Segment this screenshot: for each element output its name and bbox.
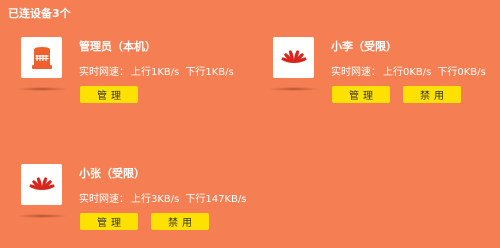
device-speed: 实时网速： 上行0KB/s 下行0KB/s (331, 63, 486, 78)
device-card-admin: 管理员（本机） 实时网速： 上行1KB/s 下行1KB/s 管理 (17, 37, 234, 107)
device-name: 小李（受限） (331, 40, 397, 53)
download-speed: 下行0KB/s (437, 67, 486, 78)
icon-shadow (269, 87, 319, 91)
speed-label: 实时网速： (79, 194, 129, 205)
device-icon-box (21, 37, 62, 78)
upload-speed: 上行1KB/s (131, 67, 180, 78)
device-name: 管理员（本机） (79, 40, 156, 53)
device-card-xiaoli: 小李（受限） 实时网速： 上行0KB/s 下行0KB/s 管理 禁用 (269, 37, 486, 107)
ban-button[interactable]: 禁用 (403, 86, 461, 103)
download-speed: 下行147KB/s (185, 194, 247, 205)
manage-button[interactable]: 管理 (332, 86, 390, 103)
download-speed: 下行1KB/s (185, 67, 234, 78)
device-icon-box (21, 164, 62, 205)
upload-speed: 上行0KB/s (383, 67, 432, 78)
speed-label: 实时网速： (331, 67, 381, 78)
device-name: 小张（受限） (79, 167, 145, 180)
device-speed: 实时网速： 上行1KB/s 下行1KB/s (79, 63, 234, 78)
manage-button[interactable]: 管理 (80, 86, 138, 103)
router-icon (31, 46, 52, 69)
device-card-xiaozhang: 小张（受限） 实时网速： 上行3KB/s 下行147KB/s 管理 禁用 (17, 164, 246, 234)
icon-shadow (17, 214, 67, 218)
huawei-logo-icon (280, 49, 307, 63)
ban-button[interactable]: 禁用 (151, 213, 209, 230)
upload-speed: 上行3KB/s (131, 194, 180, 205)
connected-devices-title: 已连设备3个 (8, 7, 71, 20)
device-speed: 实时网速： 上行3KB/s 下行147KB/s (79, 190, 246, 205)
device-icon-box (273, 37, 314, 78)
huawei-logo-icon (28, 176, 55, 190)
speed-label: 实时网速： (79, 67, 129, 78)
icon-shadow (17, 87, 67, 91)
manage-button[interactable]: 管理 (80, 213, 138, 230)
